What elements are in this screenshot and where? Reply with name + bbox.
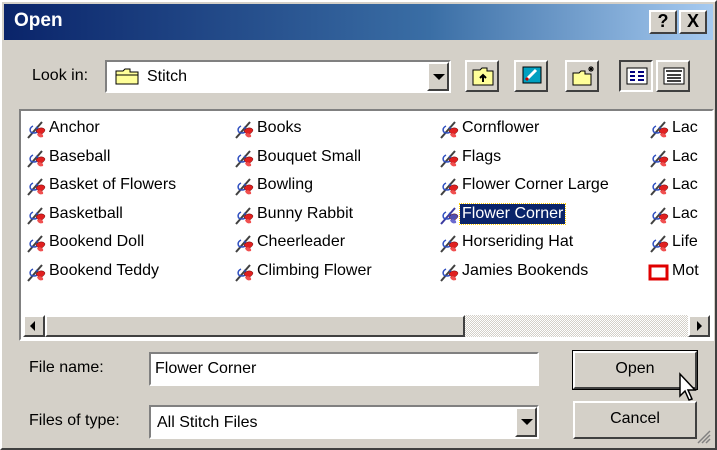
new-folder-icon [572,66,594,86]
cancel-button[interactable]: Cancel [573,401,697,439]
stitch-file-icon [650,235,669,253]
scroll-right-button[interactable] [688,315,710,337]
stitch-file-icon [235,263,254,282]
close-button[interactable]: X [679,10,707,34]
chevron-down-icon[interactable] [427,62,449,91]
dialog-title: Open [14,10,63,31]
stitch-file-icon [650,206,669,225]
stitch-file-icon [440,149,459,168]
new-folder-button[interactable] [565,60,599,92]
help-button[interactable]: ? [649,10,677,34]
file-type-dropdown[interactable]: All Stitch Files [149,405,539,439]
file-type-value: All Stitch Files [157,414,258,431]
list-view-button[interactable] [619,60,653,92]
details-view-button[interactable] [656,60,690,92]
up-one-level-button[interactable] [465,60,499,92]
look-in-label: Look in: [32,67,89,84]
look-in-value: Stitch [147,68,188,85]
file-list[interactable]: Anchor Baseball Basket of Flowers Basket… [19,109,714,341]
stitch-file-icon [27,263,46,282]
folder-icon [115,68,139,85]
stitch-file-icon [440,178,459,196]
desktop-icon [522,66,542,84]
stitch-file-icon [650,121,669,139]
stitch-file-icon [235,178,254,196]
stitch-file-icon [440,121,459,139]
scrollbar-thumb[interactable] [45,315,465,337]
stitch-file-icon [440,263,459,282]
stitch-file-icon [650,178,669,196]
stitch-file-icon [440,206,459,225]
scroll-left-button[interactable] [23,315,45,337]
resize-grip-icon[interactable] [697,430,711,444]
file-name-label: File name: [29,359,104,376]
details-view-icon [663,67,685,85]
chevron-down-icon[interactable] [515,407,537,437]
stitch-file-icon [650,149,669,168]
list-view-icon [626,67,648,85]
stitch-file-icon [440,235,459,253]
file-name-input[interactable] [149,352,539,386]
stitch-file-icon [235,149,254,168]
file-type-label: Files of type: [29,412,120,429]
stitch-file-icon [235,121,254,139]
desktop-button[interactable] [514,60,548,92]
look-in-dropdown[interactable]: Stitch [105,60,451,93]
stitch-file-icon [27,235,46,253]
stitch-file-icon [235,206,254,225]
horizontal-scrollbar[interactable] [23,315,710,337]
stitch-file-icon [27,206,46,225]
title-bar[interactable]: Open ? X [4,4,713,40]
stitch-file-icon [235,235,254,253]
stitch-file-icon [27,121,46,139]
stitch-file-icon [27,149,46,168]
up-folder-icon [472,67,494,86]
document-icon [648,264,669,280]
mouse-cursor-icon [679,372,697,401]
open-dialog: Open ? X Look in: Stitch Anchor Baseball… [0,0,717,450]
stitch-file-icon [27,178,46,196]
